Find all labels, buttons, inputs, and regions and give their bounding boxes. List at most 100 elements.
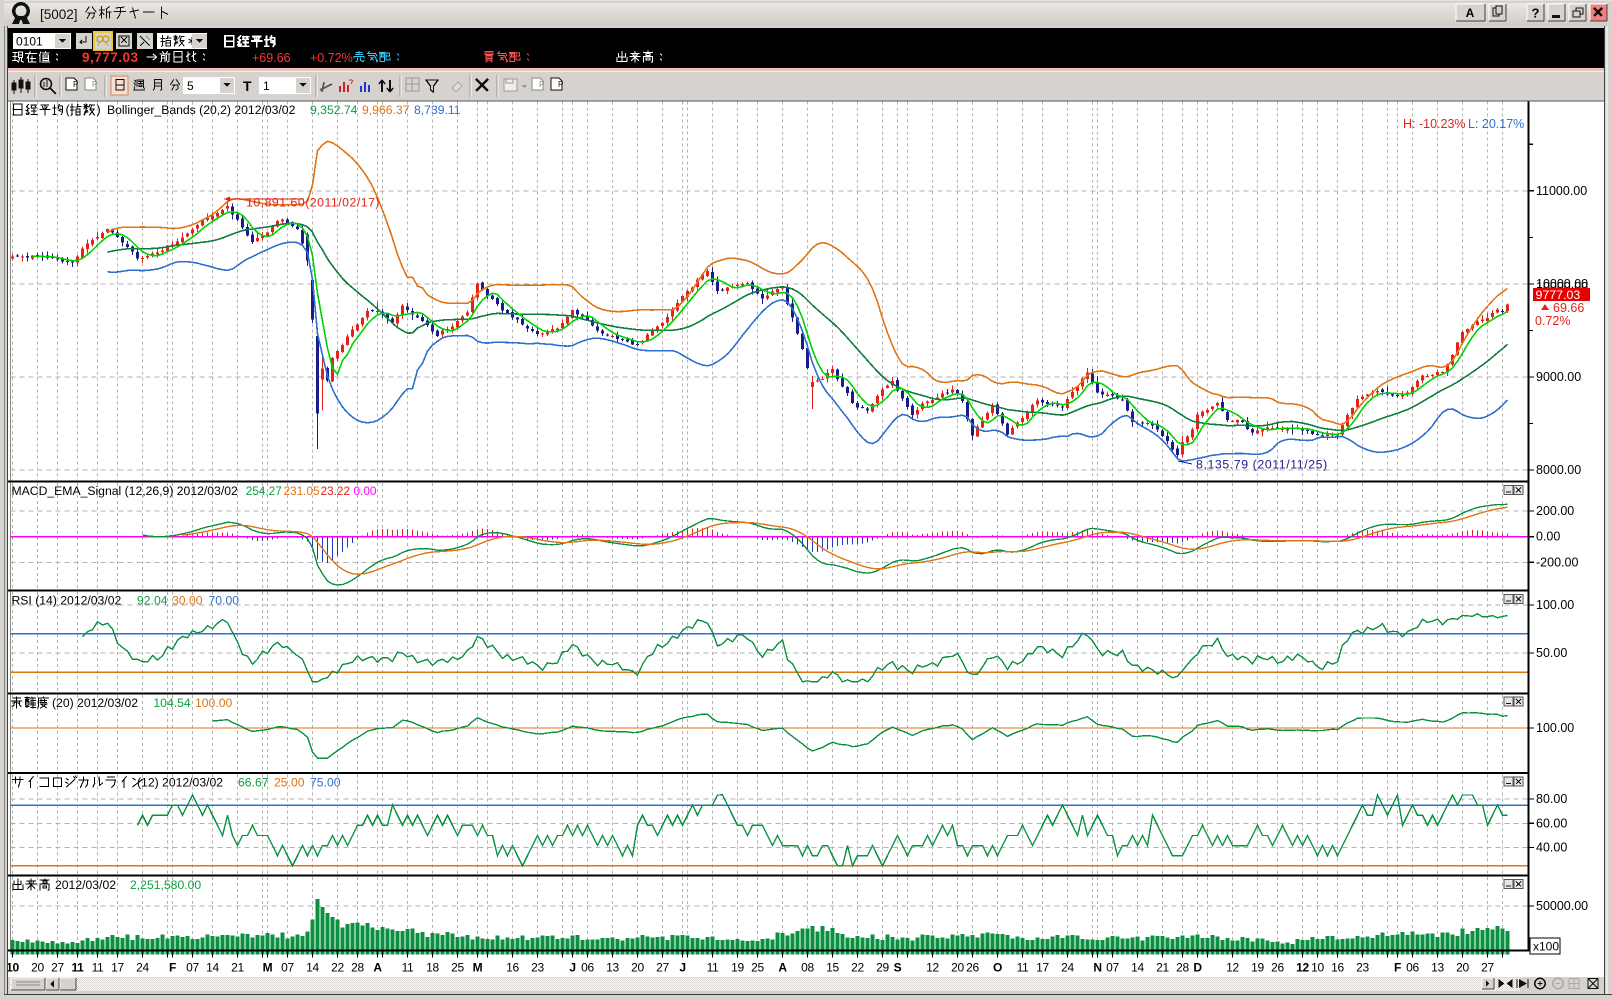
svg-text:14: 14 (206, 961, 219, 975)
svg-text:28: 28 (1176, 961, 1189, 975)
svg-text:27: 27 (1481, 961, 1494, 975)
svg-text:100.00: 100.00 (195, 696, 232, 710)
svg-text:18: 18 (426, 961, 439, 975)
svg-text:+0.72%: +0.72% (310, 51, 353, 65)
svg-text:RSI (14) 2012/03/02: RSI (14) 2012/03/02 (12, 594, 122, 608)
svg-text:5: 5 (187, 79, 194, 93)
svg-text:9,352.74: 9,352.74 (310, 103, 358, 117)
svg-text:25: 25 (751, 961, 764, 975)
svg-text:F: F (169, 961, 176, 975)
svg-text:A: A (373, 961, 382, 975)
svg-text:254.27: 254.27 (246, 484, 282, 498)
svg-text:16: 16 (506, 961, 519, 975)
svg-text:23.22: 23.22 (321, 484, 351, 498)
svg-text:24: 24 (1061, 961, 1074, 975)
svg-text:22: 22 (851, 961, 864, 975)
svg-text:0101: 0101 (16, 35, 43, 49)
svg-text:14: 14 (306, 961, 319, 975)
svg-text:J: J (569, 961, 575, 975)
svg-text:9,966.37: 9,966.37 (362, 103, 410, 117)
svg-text:M: M (473, 961, 483, 975)
svg-text:104.54: 104.54 (153, 696, 190, 710)
svg-text:50.00: 50.00 (1536, 646, 1567, 660)
svg-text:11: 11 (71, 961, 84, 975)
svg-text:20: 20 (1456, 961, 1469, 975)
svg-text:+69.66: +69.66 (252, 51, 291, 65)
svg-text:12: 12 (1226, 961, 1239, 975)
svg-text:-200.00: -200.00 (1536, 555, 1578, 569)
svg-text:(12) 2012/03/02: (12) 2012/03/02 (137, 776, 223, 790)
svg-text:100.00: 100.00 (1536, 598, 1574, 612)
svg-text:20: 20 (631, 961, 644, 975)
svg-text:11: 11 (707, 961, 719, 975)
svg-text:J: J (679, 961, 685, 975)
svg-text:80.00: 80.00 (1536, 792, 1567, 806)
svg-text:69.66: 69.66 (1553, 301, 1584, 315)
svg-text:S: S (894, 961, 902, 975)
svg-text:11: 11 (402, 961, 414, 975)
svg-text:L: 20.17%: L: 20.17% (1468, 117, 1524, 131)
svg-text:0.00: 0.00 (354, 484, 377, 498)
svg-text:06: 06 (581, 961, 594, 975)
svg-text:26: 26 (966, 961, 979, 975)
svg-text:21: 21 (1156, 961, 1169, 975)
svg-text:26: 26 (1271, 961, 1284, 975)
svg-text:30.00: 30.00 (172, 594, 203, 608)
svg-text:100.00: 100.00 (1536, 721, 1574, 735)
svg-text:9777.03: 9777.03 (1536, 288, 1581, 302)
svg-text:20: 20 (31, 961, 44, 975)
svg-text:231.05: 231.05 (284, 484, 321, 498)
svg-text:9000.00: 9000.00 (1536, 370, 1581, 384)
svg-text:11: 11 (92, 961, 104, 975)
svg-text:15: 15 (826, 961, 839, 975)
svg-text:0.72%: 0.72% (1535, 314, 1570, 328)
svg-text:25: 25 (451, 961, 464, 975)
svg-text:21: 21 (231, 961, 244, 975)
svg-text:11: 11 (1017, 961, 1029, 975)
svg-text:13: 13 (1431, 961, 1444, 975)
svg-text:07: 07 (1106, 961, 1119, 975)
svg-text:10: 10 (1311, 961, 1324, 975)
svg-text:27: 27 (51, 961, 64, 975)
svg-text:14: 14 (1131, 961, 1144, 975)
svg-text:MACD_EMA_Signal (12,26,9) 2012: MACD_EMA_Signal (12,26,9) 2012/03/02 (12, 484, 238, 498)
svg-text:O: O (993, 961, 1002, 975)
svg-text:D: D (1193, 961, 1202, 975)
svg-text:66.67: 66.67 (238, 776, 269, 790)
svg-text:07: 07 (186, 961, 199, 975)
svg-text:19: 19 (731, 961, 744, 975)
svg-text:Bollinger_Bands (20,2) 2012/03: Bollinger_Bands (20,2) 2012/03/02 (107, 103, 296, 117)
svg-text:23: 23 (1356, 961, 1369, 975)
svg-text:[5002]: [5002] (40, 7, 78, 22)
svg-text:08: 08 (801, 961, 814, 975)
svg-text:20: 20 (951, 961, 964, 975)
svg-text:9,777.03: 9,777.03 (82, 50, 139, 65)
svg-text:11000.00: 11000.00 (1536, 184, 1587, 198)
svg-text:x100: x100 (1533, 940, 1559, 954)
svg-text:A: A (778, 961, 787, 975)
svg-text:0.00: 0.00 (1536, 530, 1560, 544)
svg-text:28: 28 (351, 961, 364, 975)
svg-text:06: 06 (1406, 961, 1419, 975)
svg-text:H: -10.23%: H: -10.23% (1403, 117, 1466, 131)
svg-text:M: M (263, 961, 273, 975)
svg-text:40.00: 40.00 (1536, 841, 1567, 855)
svg-text:23: 23 (531, 961, 544, 975)
svg-text:P: P (73, 80, 78, 89)
svg-text:16: 16 (1331, 961, 1344, 975)
svg-text:50000.00: 50000.00 (1536, 899, 1588, 913)
svg-text:8,739.11: 8,739.11 (414, 103, 461, 117)
svg-text:10,891.60(2011/02/17): 10,891.60(2011/02/17) (246, 196, 380, 210)
svg-text:): ) (97, 103, 101, 117)
svg-text:2012/03/02: 2012/03/02 (55, 878, 116, 892)
svg-text:07: 07 (281, 961, 294, 975)
svg-text:1: 1 (263, 79, 270, 93)
svg-text:29: 29 (876, 961, 889, 975)
svg-text:200.00: 200.00 (1536, 504, 1574, 518)
svg-text:27: 27 (656, 961, 669, 975)
svg-text:22: 22 (331, 961, 344, 975)
svg-text:8,135.79 (2011/11/25): 8,135.79 (2011/11/25) (1196, 458, 1328, 472)
svg-text:2,251,580.00: 2,251,580.00 (130, 878, 201, 892)
svg-text:P: P (539, 80, 544, 89)
svg-text:P: P (92, 80, 97, 89)
